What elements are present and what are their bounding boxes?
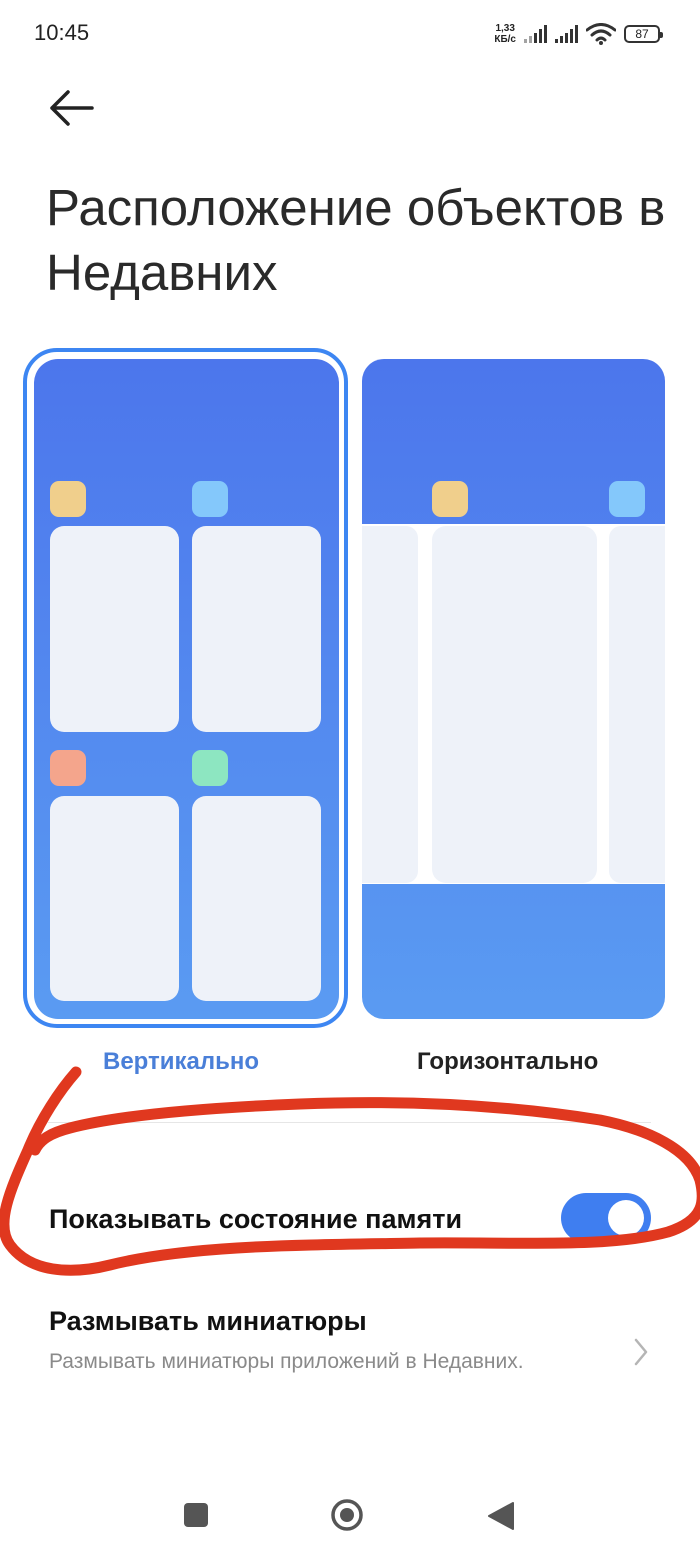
- app-icon: [432, 481, 468, 517]
- app-icon: [50, 481, 86, 517]
- app-card: [362, 526, 418, 883]
- triangle-left-icon[interactable]: [486, 1500, 516, 1532]
- page-title: Расположение объектов в Недавних: [46, 179, 666, 301]
- signal-icon-1: [524, 25, 547, 43]
- battery-icon: 87: [624, 25, 663, 43]
- blur-thumbnails-description: Размывать миниатюры приложений в Недавни…: [49, 1350, 524, 1373]
- chevron-right-icon: [634, 1338, 648, 1366]
- app-icon: [192, 481, 228, 517]
- wifi-icon: [586, 23, 616, 45]
- app-card: [50, 526, 179, 732]
- network-speed-unit: КБ/с: [494, 34, 516, 45]
- toggle-knob: [608, 1200, 644, 1236]
- app-card: [50, 796, 179, 1001]
- horizontal-layout-label[interactable]: Горизонтально: [417, 1048, 598, 1076]
- signal-icon-2: [555, 25, 578, 43]
- network-speed-value: 1,33: [495, 23, 515, 34]
- arrow-left-icon[interactable]: [48, 86, 96, 130]
- app-icon: [609, 481, 645, 517]
- vertical-layout-label[interactable]: Вертикально: [103, 1048, 259, 1076]
- square-icon[interactable]: [184, 1503, 208, 1527]
- app-card: [192, 796, 321, 1001]
- status-time: 10:45: [34, 20, 90, 45]
- blur-thumbnails-label: Размывать миниатюры: [49, 1306, 367, 1336]
- app-card: [192, 526, 321, 732]
- app-card: [432, 526, 597, 883]
- circle-icon[interactable]: [330, 1498, 364, 1532]
- memory-status-label: Показывать состояние памяти: [49, 1204, 463, 1234]
- status-icons: 1,33 КБ/с 87: [494, 20, 663, 48]
- app-card: [609, 526, 665, 883]
- app-icon: [50, 750, 86, 786]
- horizontal-layout-preview[interactable]: [362, 359, 665, 1019]
- network-speed: 1,33 КБ/с: [494, 23, 516, 45]
- app-icon: [192, 750, 228, 786]
- battery-level: 87: [635, 27, 649, 41]
- vertical-layout-preview[interactable]: [34, 359, 339, 1019]
- blur-thumbnails-row[interactable]: Размывать миниатюры Размывать миниатюры …: [0, 1290, 700, 1410]
- divider: [48, 1122, 651, 1123]
- memory-status-toggle[interactable]: [561, 1193, 651, 1243]
